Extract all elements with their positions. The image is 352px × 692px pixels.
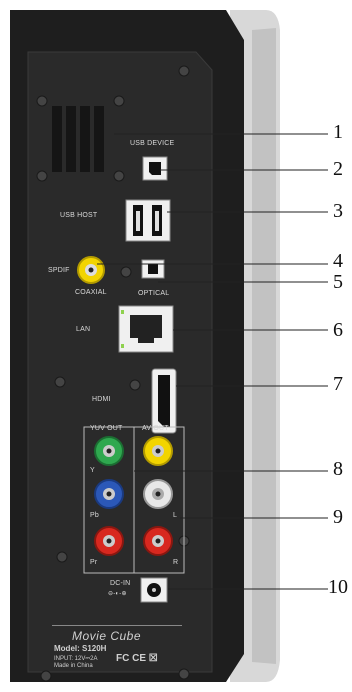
screw-icon [56, 551, 68, 563]
brand-logo: Movie Cube [72, 629, 142, 643]
callout-8: 8 [333, 458, 343, 480]
input-text: INPUT: 12V⎓2A [54, 656, 98, 662]
callout-5: 5 [333, 271, 343, 293]
callout-10: 10 [328, 576, 348, 598]
pb-label: Pb [90, 512, 99, 519]
side-frame-shade [252, 28, 276, 664]
pr-label: Pr [90, 559, 98, 566]
callout-4: 4 [333, 250, 343, 272]
l-label: L [173, 512, 178, 519]
usb-device-label: USB DEVICE [130, 140, 175, 147]
screw-icon [36, 170, 48, 182]
callout-3: 3 [333, 200, 343, 222]
model-text: Model: S120H [54, 644, 107, 653]
hdmi-label: HDMI [92, 396, 111, 403]
yuv-out-label: YUV OUT [90, 425, 123, 432]
screw-icon [40, 670, 52, 682]
screw-icon [113, 170, 125, 182]
callout-9: 9 [333, 506, 343, 528]
y-label: Y [90, 467, 95, 474]
screw-icon [36, 95, 48, 107]
screw-icon [178, 65, 190, 77]
callout-2: 2 [333, 158, 343, 180]
callout-1: 1 [333, 121, 343, 143]
screw-icon [113, 95, 125, 107]
r-label: R [173, 559, 179, 566]
spdif-label: SPDIF [48, 267, 70, 274]
lan-label: LAN [76, 326, 91, 333]
usb-b-socket-icon [149, 162, 161, 175]
callout-7: 7 [333, 373, 343, 395]
device-back-panel [10, 10, 328, 682]
dc-polarity-label: ⊖-◐-⊕ [108, 591, 127, 597]
screw-icon [54, 376, 66, 388]
screw-icon [129, 379, 141, 391]
callout-6: 6 [333, 319, 343, 341]
screw-icon [120, 266, 132, 278]
usb-host-ports[interactable] [125, 199, 171, 242]
screw-icon [178, 668, 190, 680]
usb-host-label: USB HOST [60, 212, 98, 219]
optical-label: OPTICAL [138, 290, 170, 297]
coaxial-label: COAXIAL [75, 289, 107, 296]
av-out-label: AV OUT [142, 425, 169, 432]
dc-in-label: DC-IN [110, 580, 131, 587]
divider [52, 625, 182, 626]
certification-marks: FC CE ☒ [116, 653, 158, 664]
origin-text: Made in China [54, 663, 93, 669]
optical-socket-icon [148, 264, 158, 274]
hdmi-socket-icon [158, 375, 170, 427]
